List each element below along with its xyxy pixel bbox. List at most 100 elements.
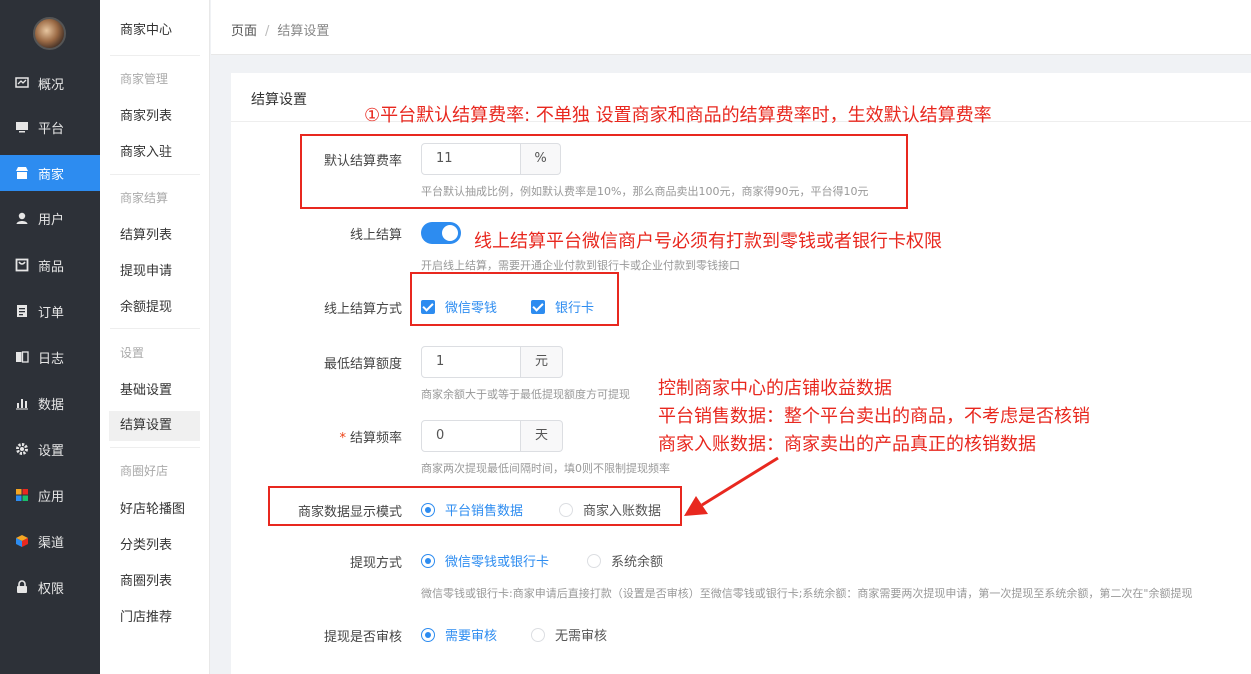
sidebar-item-platform[interactable]: 平台	[0, 109, 100, 145]
radio-label: 无需审核	[555, 629, 608, 644]
radio-no-review[interactable]: 无需审核	[531, 625, 607, 644]
monitor-icon	[14, 120, 30, 134]
radio-need-review[interactable]: 需要审核	[421, 625, 497, 644]
submenu-item-basic-settings[interactable]: 基础设置	[109, 376, 200, 406]
sidebar-item-overview[interactable]: 概况	[0, 65, 100, 101]
sidebar-item-settings[interactable]: 设置	[0, 431, 100, 467]
app-logo[interactable]	[33, 17, 66, 50]
annotation-note-display-mode-1: 控制商家中心的店铺收益数据	[658, 378, 892, 399]
submenu-item-settlement-settings[interactable]: 结算设置	[109, 411, 200, 441]
radio-label: 微信零钱或银行卡	[445, 555, 550, 570]
top-bar: 页面 / 结算设置	[211, 0, 1251, 55]
annotation-note-display-mode-2: 平台销售数据：整个平台卖出的商品，不考虑是否核销	[658, 406, 1090, 427]
submenu-item-category-list[interactable]: 分类列表	[109, 531, 200, 561]
sidebar-item-label: 概况	[38, 77, 65, 93]
withdraw-method-help: 微信零钱或银行卡:商家申请后直接打款（设置是否审核）至微信零钱或银行卡;系统余额…	[421, 587, 1193, 600]
apps-icon	[14, 488, 30, 502]
sidebar-item-data[interactable]: 数据	[0, 385, 100, 421]
submenu-title: 商家中心	[120, 23, 173, 38]
submenu-item-merchant-list[interactable]: 商家列表	[109, 102, 200, 132]
user-icon	[14, 211, 30, 225]
radio-label: 需要审核	[445, 629, 498, 644]
min-amount-unit: 元	[521, 346, 563, 378]
cube-icon	[14, 534, 30, 548]
sidebar-item-label: 平台	[38, 121, 65, 137]
sidebar-item-label: 商家	[38, 167, 65, 183]
sidebar-item-channel[interactable]: 渠道	[0, 523, 100, 559]
sidebar-item-log[interactable]: 日志	[0, 339, 100, 375]
radio-system-balance[interactable]: 系统余额	[587, 551, 663, 570]
min-amount-label: 最低结算额度	[323, 357, 402, 372]
submenu-group-label: 商圈好店	[120, 464, 169, 478]
sidebar-item-merchant[interactable]: 商家	[0, 155, 100, 191]
submenu-item-store-recommend[interactable]: 门店推荐	[109, 603, 200, 633]
sidebar-item-label: 用户	[38, 212, 65, 228]
main-sidebar: 概况 平台 商家 用户 商品 订单 日志 数据 设置 应用 渠道 权限	[0, 0, 100, 674]
annotation-note-display-mode-3: 商家入账数据：商家卖出的产品真正的核销数据	[658, 434, 1036, 455]
radio-dot	[421, 627, 435, 642]
divider	[110, 328, 200, 329]
radio-label: 系统余额	[611, 555, 664, 570]
submenu-group-label: 商家结算	[120, 191, 169, 205]
submenu-item-merchant-join[interactable]: 商家入驻	[109, 138, 200, 168]
breadcrumb: 页面 / 结算设置	[231, 20, 329, 39]
log-icon	[14, 350, 30, 364]
frequency-help: 商家两次提现最低间隔时间，填0则不限制提现频率	[421, 462, 670, 475]
online-settlement-switch[interactable]	[421, 222, 461, 244]
sidebar-item-apps[interactable]: 应用	[0, 477, 100, 513]
lock-icon	[14, 580, 30, 594]
withdraw-method-label: 提现方式	[349, 556, 402, 571]
annotation-note-default-rate: ①平台默认结算费率: 不单独 设置商家和商品的结算费率时，生效默认结算费率	[364, 105, 992, 126]
annotation-box-online-method	[410, 272, 619, 326]
online-settlement-label: 线上结算	[349, 228, 402, 243]
sidebar-item-permission[interactable]: 权限	[0, 569, 100, 605]
sidebar-item-label: 设置	[38, 443, 65, 459]
card-title: 结算设置	[251, 92, 307, 108]
sidebar-item-order[interactable]: 订单	[0, 293, 100, 329]
chart-icon	[14, 76, 30, 90]
submenu-group-label: 商家管理	[120, 72, 169, 86]
radio-dot	[587, 553, 601, 568]
sidebar-item-label: 日志	[38, 351, 65, 367]
min-amount-help: 商家余额大于或等于最低提现额度方可提现	[421, 388, 630, 401]
sidebar-item-label: 商品	[38, 259, 65, 275]
order-icon	[14, 304, 30, 318]
sidebar-item-label: 数据	[38, 397, 65, 413]
radio-dot	[421, 553, 435, 568]
divider	[110, 174, 200, 175]
sidebar-item-user[interactable]: 用户	[0, 200, 100, 236]
store-icon	[14, 166, 30, 180]
submenu-item-shop-carousel[interactable]: 好店轮播图	[109, 495, 200, 525]
submenu-item-district-list[interactable]: 商圈列表	[109, 567, 200, 597]
gear-icon	[14, 442, 30, 456]
annotation-note-online: 线上结算平台微信商户号必须有打款到零钱或者银行卡权限	[474, 231, 942, 252]
sidebar-item-label: 权限	[38, 581, 65, 597]
goods-icon	[14, 258, 30, 272]
radio-dot	[531, 627, 545, 642]
divider	[110, 55, 200, 56]
frequency-input[interactable]: 0	[421, 420, 521, 452]
online-method-label: 线上结算方式	[323, 302, 402, 317]
required-mark: *	[339, 431, 346, 446]
frequency-unit: 天	[521, 420, 563, 452]
sub-menu: 商家中心 商家管理 商家列表 商家入驻 商家结算 结算列表 提现申请 余额提现 …	[100, 0, 210, 674]
frequency-label: * 结算频率	[232, 427, 402, 446]
breadcrumb-root[interactable]: 页面	[231, 24, 257, 39]
breadcrumb-separator: /	[265, 24, 270, 39]
submenu-item-withdraw-apply[interactable]: 提现申请	[109, 257, 200, 287]
withdraw-review-label: 提现是否审核	[323, 630, 402, 645]
sidebar-item-label: 订单	[38, 305, 65, 321]
submenu-item-settlement-list[interactable]: 结算列表	[109, 221, 200, 251]
sidebar-item-goods[interactable]: 商品	[0, 247, 100, 283]
frequency-label-text: 结算频率	[349, 431, 402, 446]
divider	[110, 447, 200, 448]
bar-chart-icon	[14, 396, 30, 410]
sidebar-item-label: 应用	[38, 489, 65, 505]
submenu-item-balance-withdraw[interactable]: 余额提现	[109, 293, 200, 323]
min-amount-input[interactable]: 1	[421, 346, 521, 378]
online-settlement-help: 开启线上结算，需要开通企业付款到银行卡或企业付款到零钱接口	[421, 259, 740, 272]
radio-wechat-or-bank[interactable]: 微信零钱或银行卡	[421, 551, 549, 570]
annotation-box-display-mode	[268, 486, 682, 526]
submenu-group-label: 设置	[120, 346, 145, 360]
annotation-box-default-rate	[300, 134, 908, 209]
